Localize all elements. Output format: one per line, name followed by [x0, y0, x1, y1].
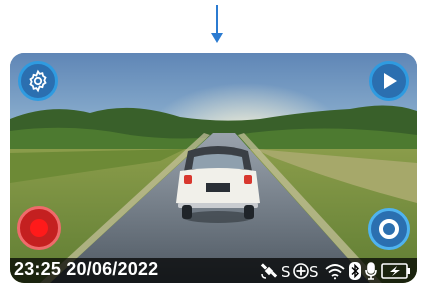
settings-button[interactable] — [18, 61, 58, 101]
battery-charging-icon — [381, 263, 411, 279]
playback-button[interactable] — [369, 61, 409, 101]
play-icon — [384, 73, 397, 89]
speed-camera-icon: S S — [281, 262, 321, 280]
svg-text:S: S — [281, 263, 291, 280]
microphone-icon — [364, 262, 378, 280]
record-button[interactable] — [17, 206, 61, 250]
road-scene-image — [10, 53, 417, 283]
shutter-icon — [379, 219, 399, 239]
vintage-car — [176, 146, 260, 223]
camera-screen: 23:25 20/06/2022 S S — [10, 53, 417, 283]
satellite-icon — [260, 262, 278, 280]
record-icon — [30, 219, 48, 237]
gear-icon — [29, 69, 47, 93]
datetime-label: 23:25 20/06/2022 — [14, 259, 159, 279]
arrow-down-icon — [211, 5, 223, 43]
bluetooth-icon — [349, 262, 361, 280]
status-icons: S S — [257, 261, 411, 281]
wifi-icon — [324, 262, 346, 280]
capture-button[interactable] — [368, 208, 410, 250]
svg-text:S: S — [309, 263, 319, 280]
status-bar: 23:25 20/06/2022 S S — [10, 258, 417, 283]
